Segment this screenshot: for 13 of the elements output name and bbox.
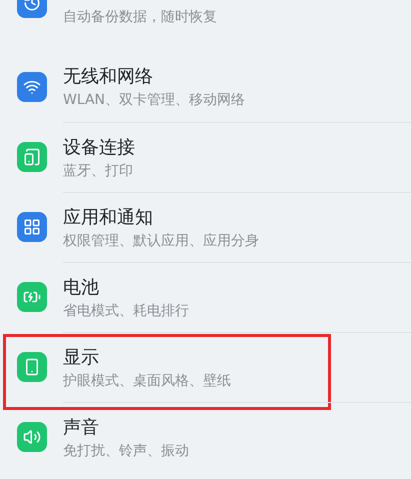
item-title[interactable]: 应用和通知 <box>63 204 411 230</box>
item-subtitle: WLAN、双卡管理、移动网络 <box>63 91 246 110</box>
item-title[interactable]: 无线和网络 <box>63 64 411 90</box>
item-subtitle: 蓝牙、打印 <box>63 162 134 180</box>
item-title[interactable]: 显示 <box>63 344 411 370</box>
item-title[interactable]: 电池 <box>63 274 411 300</box>
item-title[interactable]: 声音 <box>63 414 411 440</box>
item-subtitle: 自动备份数据，随时恢复 <box>63 9 217 25</box>
item-title[interactable]: 设备连接 <box>63 134 411 160</box>
item-subtitle: 省电模式、耗电排行 <box>63 302 190 320</box>
item-subtitle: 免打扰、铃声、振动 <box>63 442 190 460</box>
item-subtitle: 权限管理、默认应用、应用分身 <box>63 232 260 250</box>
item-subtitle: 护眼模式、桌面风格、壁纸 <box>63 372 232 390</box>
